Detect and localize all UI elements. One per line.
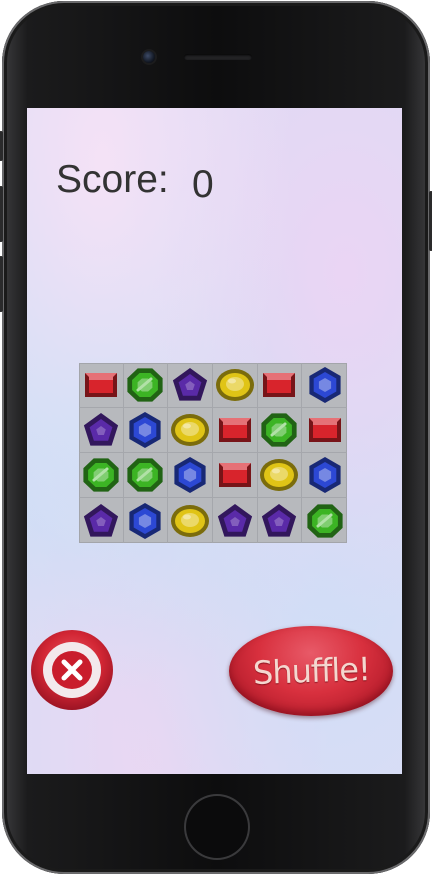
emerald-gem-icon [124,455,166,495]
earpiece-speaker [184,54,252,60]
board-cell[interactable] [302,363,347,408]
sapphire-gem-icon [124,501,166,541]
shuffle-button[interactable]: Shuffle! [229,626,393,716]
board-cell[interactable] [123,363,169,408]
amethyst-gem-icon [80,501,122,541]
board-cell[interactable] [124,498,169,543]
board-cell[interactable] [168,498,213,543]
volume-down-button [0,256,3,312]
board-cell[interactable] [123,408,169,453]
board-cell[interactable] [302,498,347,543]
volume-up-button [0,186,3,242]
board-cell[interactable] [79,363,124,408]
board-cell[interactable] [79,408,124,453]
amethyst-gem-icon [258,501,300,541]
score-label: Score: [56,158,169,201]
topaz-gem-icon [258,455,300,495]
score-value: 0 [192,163,214,206]
topaz-gem-icon [169,410,211,450]
game-screen: Score: 0 Shuffle! [27,108,402,774]
board-cell[interactable] [213,408,258,453]
ruby-gem-icon [80,365,122,405]
board-cell[interactable] [168,408,213,453]
board-cell[interactable] [258,498,303,543]
topaz-gem-icon [169,501,211,541]
home-button[interactable] [186,796,248,858]
amethyst-gem-icon [214,501,256,541]
sapphire-gem-icon [304,365,346,405]
board-cell[interactable] [168,363,213,408]
topaz-gem-icon [214,365,256,405]
board-cell[interactable] [79,453,124,498]
board-cell[interactable] [168,453,213,498]
board-cell[interactable] [257,363,303,408]
board-cell[interactable] [302,408,347,453]
close-icon [31,630,113,710]
board-cell[interactable] [257,408,303,453]
emerald-gem-icon [124,365,166,405]
ruby-gem-icon [214,455,256,495]
board-cell[interactable] [79,498,124,543]
mute-switch [0,131,3,161]
board-cell[interactable] [302,453,347,498]
emerald-gem-icon [304,501,346,541]
board-cell[interactable] [213,453,258,498]
front-camera [143,51,155,63]
board-cell[interactable] [123,453,169,498]
sapphire-gem-icon [169,455,211,495]
sapphire-gem-icon [304,455,346,495]
ruby-gem-icon [304,410,346,450]
board-cell[interactable] [213,363,258,408]
emerald-gem-icon [80,455,122,495]
sapphire-gem-icon [124,410,166,450]
amethyst-gem-icon [80,410,122,450]
gem-board [79,363,347,543]
board-cell[interactable] [257,453,303,498]
ruby-gem-icon [258,365,300,405]
amethyst-gem-icon [169,365,211,405]
board-cell[interactable] [213,498,258,543]
emerald-gem-icon [258,410,300,450]
ruby-gem-icon [214,410,256,450]
shuffle-label: Shuffle! [251,649,371,693]
quit-button[interactable] [29,628,115,712]
